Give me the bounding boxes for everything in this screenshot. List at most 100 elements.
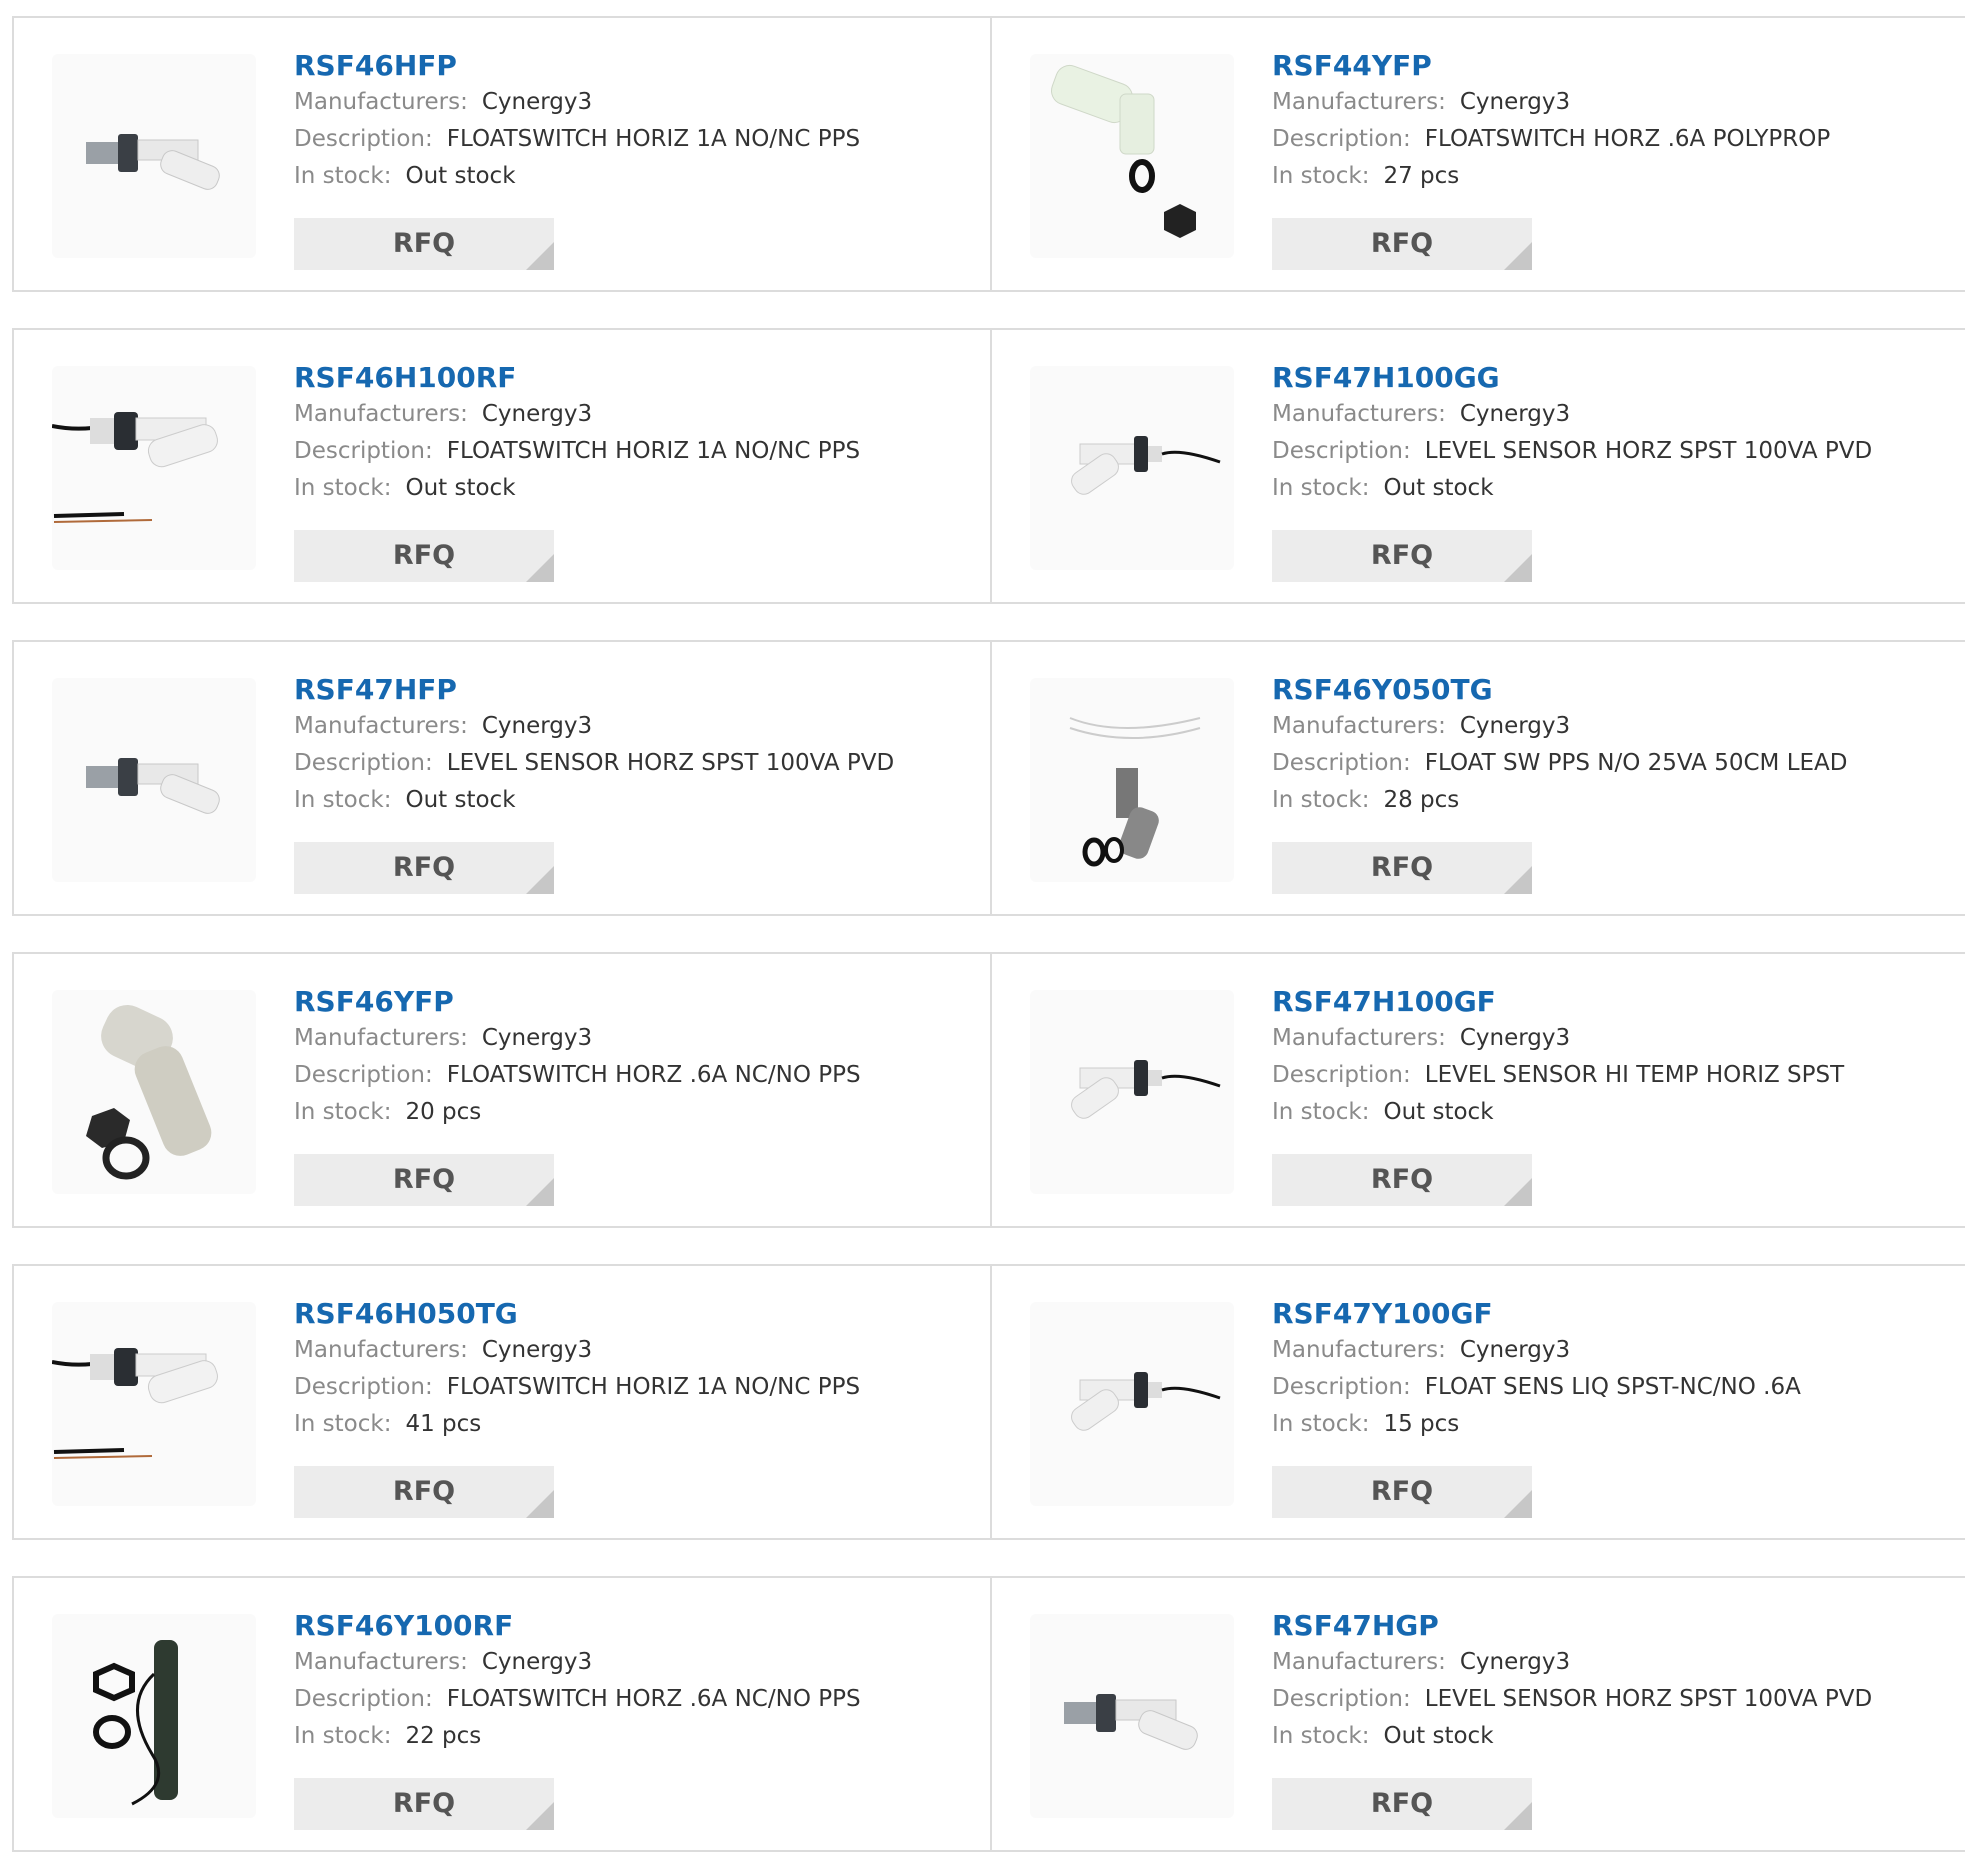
product-image[interactable] (1030, 366, 1234, 570)
description-row: Description: FLOATSWITCH HORZ .6A NC/NO P… (294, 1681, 980, 1718)
rfq-button[interactable]: RFQ (1272, 530, 1532, 582)
part-number-link[interactable]: RSF46YFP (294, 984, 980, 1020)
part-number-link[interactable]: RSF46H050TG (294, 1296, 980, 1332)
level-sensor-cable-icon (1030, 1302, 1234, 1506)
description-label: Description: (294, 1686, 433, 1712)
part-number-link[interactable]: RSF47H100GG (1272, 360, 1955, 396)
rfq-button[interactable]: RFQ (294, 1778, 554, 1830)
product-info: RSF46Y100RF Manufacturers: Cynergy3 Descrip… (294, 1608, 980, 1755)
corner-triangle-icon (1504, 1802, 1532, 1830)
product-image[interactable] (1030, 1614, 1234, 1818)
product-grid: RSF46HFP Manufacturers: Cynergy3 Descriptio… (12, 16, 1965, 1852)
description-value: LEVEL SENSOR HORZ SPST 100VA PVD (446, 750, 895, 776)
description-label: Description: (1272, 1686, 1411, 1712)
description-row: Description: FLOAT SW PPS N/O 25VA 50CM L… (1272, 745, 1955, 782)
description-value: FLOATSWITCH HORIZ 1A NO/NC PPS (446, 1374, 861, 1400)
product-info: RSF47HGP Manufacturers: Cynergy3 Descriptio… (1272, 1608, 1955, 1755)
rfq-button[interactable]: RFQ (294, 530, 554, 582)
corner-triangle-icon (526, 242, 554, 270)
product-info: RSF46HFP Manufacturers: Cynergy3 Descriptio… (294, 48, 980, 195)
rfq-label: RFQ (392, 228, 456, 259)
product-image[interactable] (52, 1302, 256, 1506)
rfq-label: RFQ (1370, 1476, 1434, 1507)
level-sensor-cable-icon (1030, 990, 1234, 1194)
product-card: RSF46H050TG Manufacturers: Cynergy3 Descrip… (12, 1264, 990, 1540)
product-card: RSF46Y050TG Manufacturers: Cynergy3 Descrip… (990, 640, 1965, 916)
rfq-button[interactable]: RFQ (1272, 1466, 1532, 1518)
product-card: RSF47H100GF Manufacturers: Cynergy3 Descrip… (990, 952, 1965, 1228)
rfq-label: RFQ (1370, 1788, 1434, 1819)
manufacturer-label: Manufacturers: (294, 401, 468, 427)
manufacturer-label: Manufacturers: (1272, 1025, 1446, 1051)
corner-triangle-icon (526, 866, 554, 894)
description-value: FLOAT SW PPS N/O 25VA 50CM LEAD (1424, 750, 1848, 776)
stock-row: In stock: 22 pcs (294, 1718, 980, 1755)
part-number-link[interactable]: RSF46H100RF (294, 360, 980, 396)
description-label: Description: (1272, 1374, 1411, 1400)
stock-row: In stock: Out stock (294, 470, 980, 507)
stock-label: In stock: (294, 163, 392, 189)
stock-label: In stock: (1272, 163, 1370, 189)
rfq-button[interactable]: RFQ (1272, 1154, 1532, 1206)
product-image[interactable] (1030, 678, 1234, 882)
rfq-button[interactable]: RFQ (294, 218, 554, 270)
rfq-label: RFQ (392, 852, 456, 883)
part-number-link[interactable]: RSF47Y100GF (1272, 1296, 1955, 1332)
rfq-button[interactable]: RFQ (1272, 1778, 1532, 1830)
stock-row: In stock: 41 pcs (294, 1406, 980, 1443)
corner-triangle-icon (1504, 866, 1532, 894)
corner-triangle-icon (1504, 1490, 1532, 1518)
part-number-link[interactable]: RSF47HFP (294, 672, 980, 708)
product-image[interactable] (1030, 54, 1234, 258)
stock-value: 28 pcs (1383, 787, 1460, 813)
product-info: RSF46H100RF Manufacturers: Cynergy3 Descrip… (294, 360, 980, 507)
product-info: RSF46Y050TG Manufacturers: Cynergy3 Descrip… (1272, 672, 1955, 819)
rfq-button[interactable]: RFQ (294, 1154, 554, 1206)
product-image[interactable] (52, 990, 256, 1194)
float-switch-horizontal-icon (52, 54, 256, 258)
manufacturer-label: Manufacturers: (1272, 89, 1446, 115)
manufacturer-label: Manufacturers: (294, 89, 468, 115)
product-image[interactable] (1030, 1302, 1234, 1506)
rfq-button[interactable]: RFQ (1272, 842, 1532, 894)
description-row: Description: FLOATSWITCH HORZ .6A NC/NO P… (294, 1057, 980, 1094)
stock-label: In stock: (294, 1099, 392, 1125)
description-label: Description: (294, 438, 433, 464)
product-image[interactable] (52, 54, 256, 258)
float-switch-body-icon (52, 990, 256, 1194)
product-image[interactable] (52, 678, 256, 882)
manufacturer-value: Cynergy3 (1459, 1025, 1571, 1051)
corner-triangle-icon (1504, 242, 1532, 270)
product-image[interactable] (52, 1614, 256, 1818)
manufacturer-row: Manufacturers: Cynergy3 (1272, 84, 1955, 121)
product-image[interactable] (1030, 990, 1234, 1194)
part-number-link[interactable]: RSF46Y050TG (1272, 672, 1955, 708)
manufacturer-label: Manufacturers: (1272, 713, 1446, 739)
stock-label: In stock: (294, 1411, 392, 1437)
manufacturer-value: Cynergy3 (481, 89, 593, 115)
manufacturer-row: Manufacturers: Cynergy3 (294, 1332, 980, 1369)
product-card: RSF46YFP Manufacturers: Cynergy3 Descriptio… (12, 952, 990, 1228)
part-number-link[interactable]: RSF46Y100RF (294, 1608, 980, 1644)
stock-value: 22 pcs (405, 1723, 482, 1749)
float-switch-horizontal-icon (1030, 1614, 1234, 1818)
manufacturer-label: Manufacturers: (294, 1337, 468, 1363)
part-number-link[interactable]: RSF47H100GF (1272, 984, 1955, 1020)
rfq-button[interactable]: RFQ (294, 842, 554, 894)
part-number-link[interactable]: RSF47HGP (1272, 1608, 1955, 1644)
rfq-button[interactable]: RFQ (1272, 218, 1532, 270)
float-switch-wired-icon (52, 1302, 256, 1506)
product-image[interactable] (52, 366, 256, 570)
description-value: LEVEL SENSOR HORZ SPST 100VA PVD (1424, 438, 1873, 464)
stock-value: 41 pcs (405, 1411, 482, 1437)
description-row: Description: FLOATSWITCH HORZ .6A POLYPRO… (1272, 121, 1955, 158)
float-switch-horizontal-icon (52, 678, 256, 882)
part-number-link[interactable]: RSF46HFP (294, 48, 980, 84)
product-info: RSF46YFP Manufacturers: Cynergy3 Descriptio… (294, 984, 980, 1131)
description-row: Description: LEVEL SENSOR HORZ SPST 100VA… (1272, 1681, 1955, 1718)
description-label: Description: (1272, 126, 1411, 152)
product-info: RSF47H100GF Manufacturers: Cynergy3 Descrip… (1272, 984, 1955, 1131)
part-number-link[interactable]: RSF44YFP (1272, 48, 1955, 84)
product-card: RSF44YFP Manufacturers: Cynergy3 Descriptio… (990, 16, 1965, 292)
rfq-button[interactable]: RFQ (294, 1466, 554, 1518)
